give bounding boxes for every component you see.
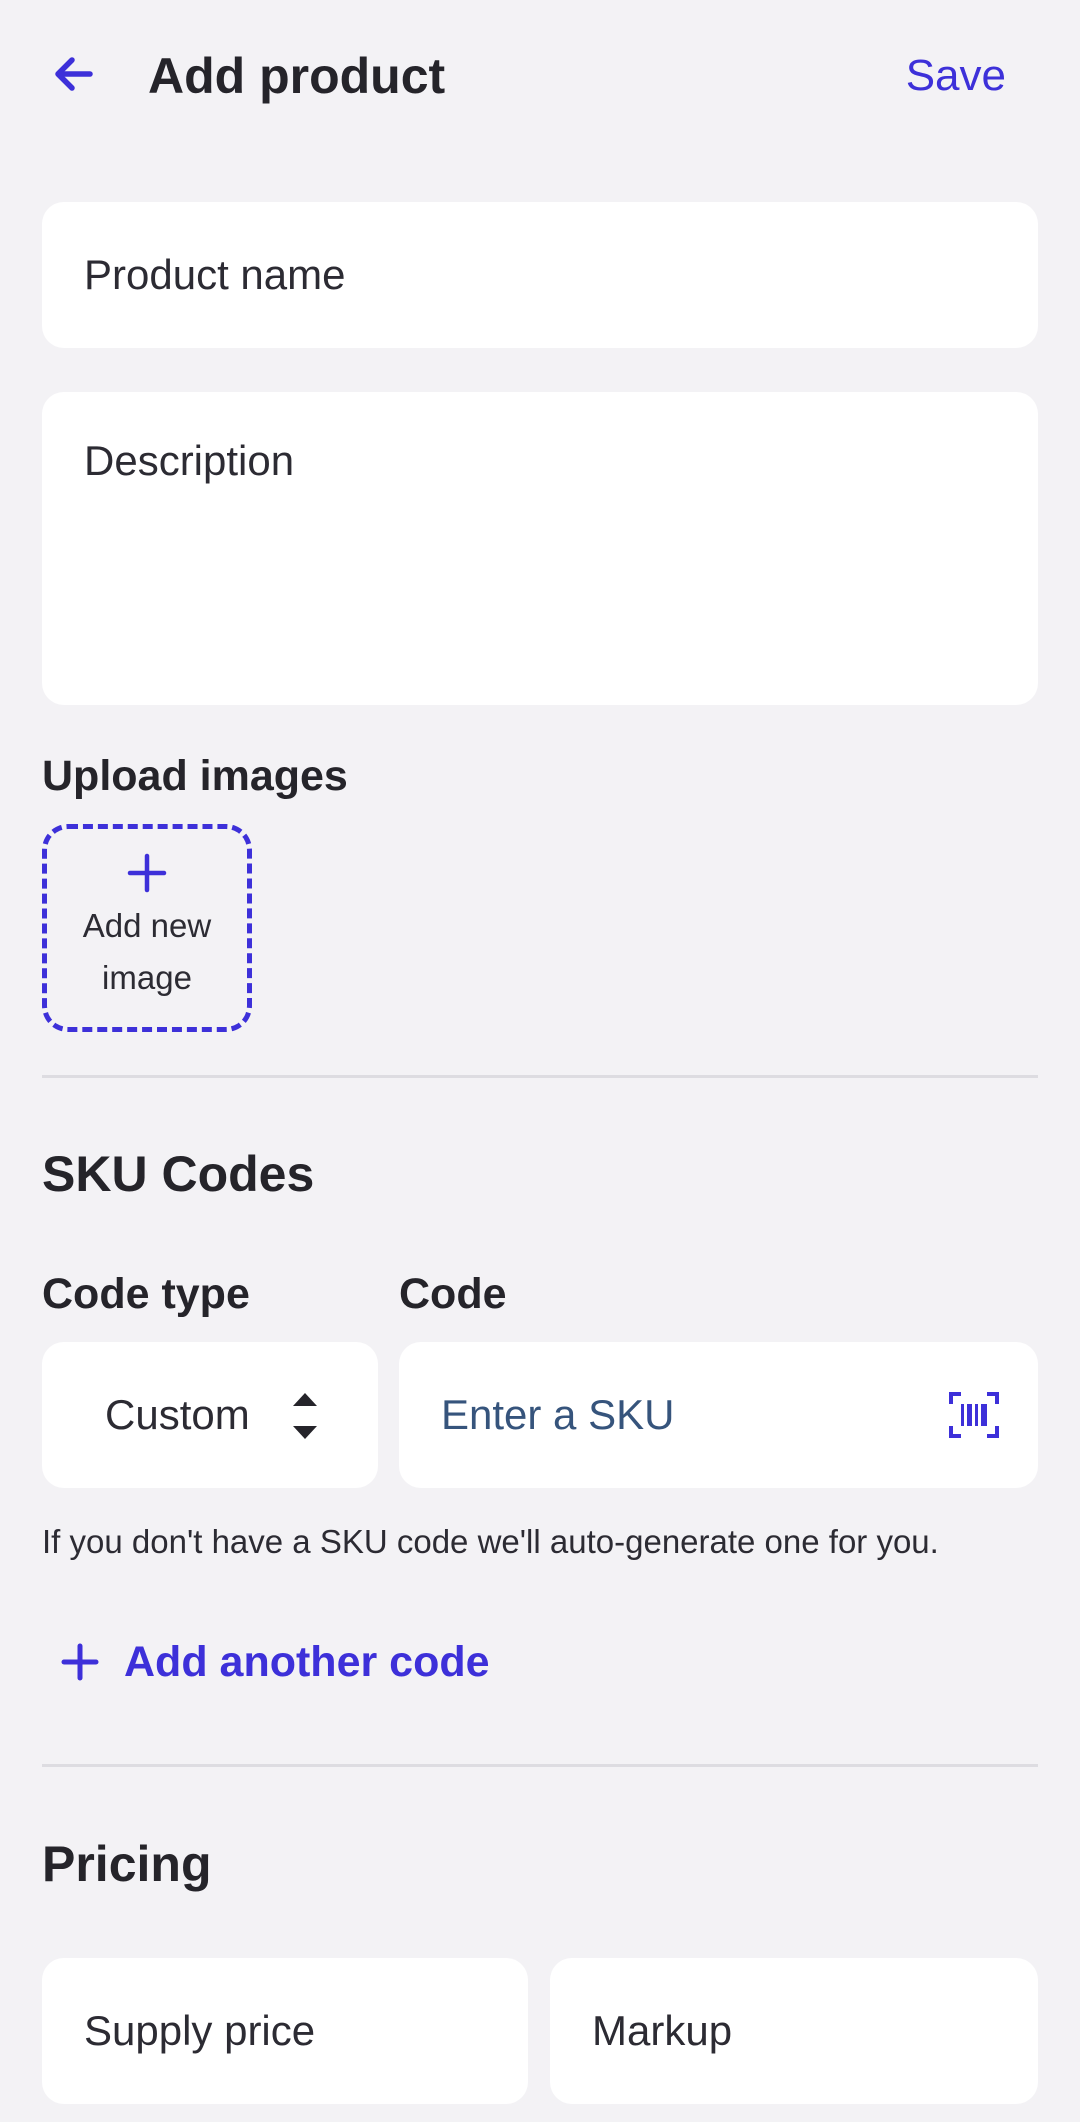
add-another-code-label: Add another code (124, 1638, 490, 1686)
back-button[interactable] (42, 42, 106, 106)
markup-placeholder: Markup (592, 2007, 733, 2054)
code-label: Code (399, 1270, 507, 1318)
product-name-input[interactable]: Product name (42, 202, 1038, 348)
divider (42, 1075, 1038, 1078)
add-new-image-label: Add new image (82, 907, 212, 996)
sort-arrows-icon (293, 1393, 317, 1439)
page-title: Add product (148, 48, 446, 104)
pricing-section-title: Pricing (42, 1836, 212, 1892)
plus-icon (127, 853, 167, 893)
markup-input[interactable]: Markup (550, 1958, 1038, 2104)
code-type-label: Code type (42, 1270, 250, 1318)
sku-hint-text: If you don't have a SKU code we'll auto-… (42, 1523, 939, 1560)
description-placeholder: Description (84, 437, 295, 484)
arrow-left-icon (55, 57, 93, 91)
plus-icon (61, 1643, 99, 1681)
description-textarea[interactable]: Description (42, 392, 1038, 705)
sku-code-placeholder: Enter a SKU (441, 1391, 675, 1438)
code-type-select[interactable]: Custom (42, 1342, 378, 1488)
save-button[interactable]: Save (906, 40, 1006, 112)
barcode-scan-icon[interactable] (949, 1392, 999, 1438)
supply-price-placeholder: Supply price (84, 2007, 316, 2054)
supply-price-input[interactable]: Supply price (42, 1958, 528, 2104)
add-new-image-button[interactable]: Add new image (42, 824, 252, 1032)
upload-images-label: Upload images (42, 752, 348, 800)
code-type-value: Custom (105, 1391, 250, 1438)
add-another-code-button[interactable]: Add another code (60, 1632, 490, 1692)
divider (42, 1764, 1038, 1767)
sku-code-input[interactable]: Enter a SKU (399, 1342, 1038, 1488)
sku-section-title: SKU Codes (42, 1146, 315, 1202)
product-name-placeholder: Product name (84, 251, 346, 298)
